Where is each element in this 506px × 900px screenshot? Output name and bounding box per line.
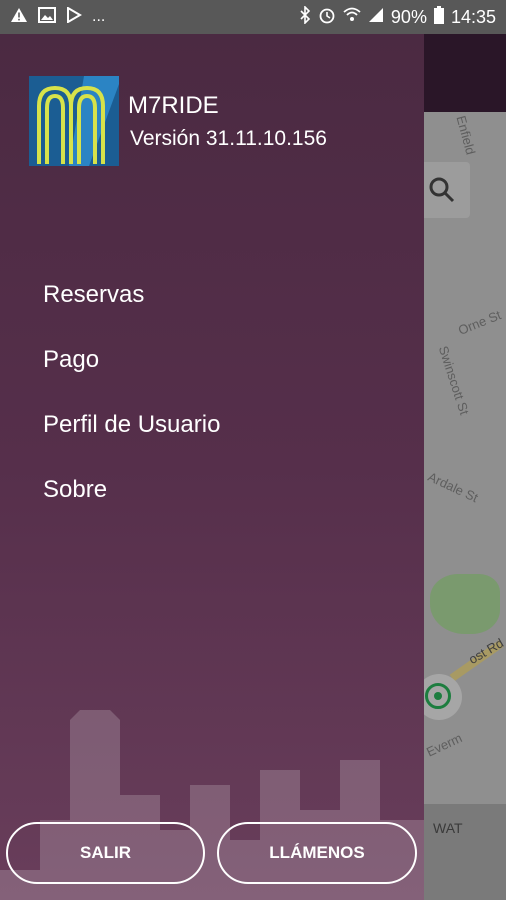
alarm-icon: [318, 6, 336, 28]
navigation-drawer: M7RIDE Versión 31.11.10.156 Reservas Pag…: [0, 34, 424, 900]
menu-item-perfil[interactable]: Perfil de Usuario: [43, 408, 220, 473]
map-bottom-panel: [424, 804, 506, 900]
search-icon: [429, 177, 455, 203]
signal-icon: [368, 7, 384, 27]
street-label: Enfield: [453, 114, 479, 157]
map-bottom-label: WAT: [433, 820, 463, 836]
more-dots-icon: ...: [92, 8, 106, 25]
battery-percent: 90%: [390, 6, 427, 27]
drawer-menu: Reservas Pago Perfil de Usuario Sobre: [43, 278, 220, 538]
street-label: Orne St: [456, 307, 504, 338]
app-logo: [29, 76, 119, 166]
menu-item-reservas[interactable]: Reservas: [43, 278, 220, 343]
street-label: Everm: [424, 730, 465, 760]
app-name: M7RIDE: [128, 92, 219, 119]
menu-item-sobre[interactable]: Sobre: [43, 473, 220, 538]
app-version: Versión 31.11.10.156: [130, 127, 327, 150]
map-park: [430, 574, 500, 634]
street-label: Ardale St: [425, 469, 481, 506]
menu-item-pago[interactable]: Pago: [43, 343, 220, 408]
battery-icon: [433, 6, 444, 28]
street-label: ost Rd: [466, 635, 506, 667]
bluetooth-icon: [299, 5, 311, 28]
exit-button[interactable]: SALIR: [6, 822, 205, 884]
street-label: Swinscott St: [435, 344, 473, 417]
play-store-icon: [66, 6, 82, 27]
wifi-icon: [343, 7, 361, 27]
status-bar: ... 90% 14:35: [0, 0, 506, 34]
clock: 14:35: [450, 6, 496, 27]
warning-icon: [10, 7, 28, 27]
location-icon: [425, 683, 451, 709]
call-us-button[interactable]: LLÁMENOS: [217, 822, 417, 884]
image-icon: [38, 7, 56, 27]
